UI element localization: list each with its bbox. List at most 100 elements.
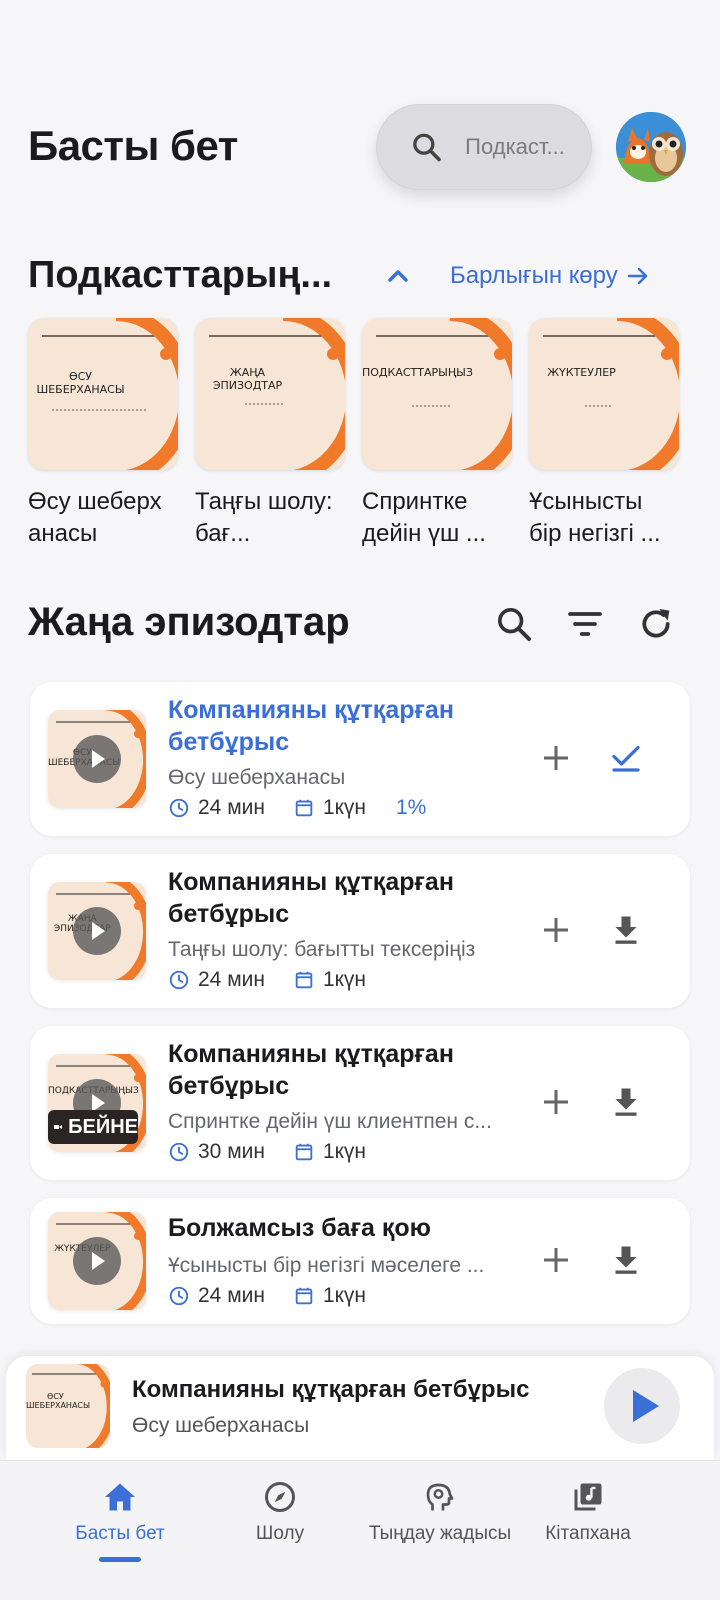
cover-graphic bbox=[209, 318, 345, 470]
video-badge-label: БЕЙНЕ bbox=[68, 1115, 138, 1138]
compass-icon bbox=[265, 1482, 295, 1512]
check-icon[interactable] bbox=[608, 740, 644, 776]
see-all-label: Барлығын көру bbox=[450, 262, 618, 289]
duration-text: 24 мин bbox=[198, 968, 265, 991]
active-tab-indicator bbox=[99, 1557, 141, 1562]
nav-label: Басты бет bbox=[75, 1523, 165, 1544]
video-badge: БЕЙНЕ bbox=[48, 1110, 138, 1144]
podcast-artwork: ПОДКАСТТАРЫҢЫЗ bbox=[362, 318, 512, 470]
episode-podcast: Спринтке дейін үш клиентпен с... bbox=[168, 1110, 492, 1133]
episode-podcast: Таңғы шолу: бағытты тексеріңіз bbox=[168, 938, 476, 961]
calendar-icon bbox=[295, 799, 313, 817]
calendar-icon bbox=[295, 1287, 313, 1305]
section-title: Подкасттарың... bbox=[28, 254, 333, 296]
episode-card[interactable]: ЖАҢА ЭПИЗОДТАР Компанияны құтқарған бетб… bbox=[30, 854, 690, 1008]
podcast-name: Спринтке дейін үш ... bbox=[362, 488, 486, 547]
mini-player-title: Компанияны құтқарған бетбұрыс bbox=[132, 1376, 530, 1403]
play-icon[interactable] bbox=[73, 1237, 121, 1285]
play-icon[interactable] bbox=[73, 735, 121, 783]
refresh-icon[interactable] bbox=[636, 604, 676, 644]
podcast-card[interactable]: ЖАҢА ЭПИЗОДТАР Таңғы шолу: бағ... bbox=[195, 318, 345, 550]
clock-icon bbox=[169, 970, 189, 990]
podcast-card[interactable]: ӨСУ ШЕБЕРХАНАСЫ Өсу шеберх анасы bbox=[28, 318, 178, 550]
episode-artwork[interactable]: ЖАҢА ЭПИЗОДТАР bbox=[48, 882, 146, 980]
cover-title: ӨСУ ШЕБЕРХАНАСЫ bbox=[26, 1392, 91, 1410]
search-placeholder: Подкаст... bbox=[465, 134, 565, 159]
calendar-icon bbox=[295, 971, 313, 989]
episode-podcast: Ұсынысты бір негізгі мәселеге ... bbox=[168, 1254, 485, 1277]
add-icon[interactable] bbox=[538, 912, 574, 948]
search-icon[interactable] bbox=[494, 604, 534, 644]
app-header: Басты бет Подкаст... bbox=[0, 100, 720, 196]
episode-artwork[interactable]: ЖҮКТЕУЛЕР bbox=[48, 1212, 146, 1310]
subscriptions-carousel[interactable]: ӨСУ ШЕБЕРХАНАСЫ Өсу шеберх анасы ЖАҢА ЭП… bbox=[28, 318, 720, 548]
publish-date: 1күн bbox=[293, 1284, 366, 1308]
avatar[interactable] bbox=[616, 112, 686, 182]
nav-label: Кітапхана bbox=[545, 1523, 631, 1544]
chevron-up-icon[interactable] bbox=[382, 260, 414, 292]
date-text: 1күн bbox=[322, 796, 366, 819]
podcast-card[interactable]: ЖҮКТЕУЛЕР Ұсынысты бір негізгі ... bbox=[529, 318, 679, 550]
cover-title: ПОДКАСТТАРЫҢЫЗ bbox=[362, 366, 473, 379]
nav-item-home[interactable]: Басты бет bbox=[30, 1479, 210, 1545]
episode-meta: 24 мин 1күн 1% bbox=[168, 796, 426, 820]
date-text: 1күн bbox=[322, 1284, 366, 1307]
episode-title: Болжамсыз баға қою bbox=[168, 1214, 431, 1242]
page-title: Басты бет bbox=[28, 122, 238, 169]
episode-card[interactable]: ЖҮКТЕУЛЕР Болжамсыз баға қою Ұсынысты бі… bbox=[30, 1198, 690, 1324]
filter-icon[interactable] bbox=[565, 604, 605, 644]
publish-date: 1күн bbox=[293, 968, 366, 992]
podcast-artwork: ЖАҢА ЭПИЗОДТАР bbox=[195, 318, 345, 470]
cover-title: ЖҮКТЕУЛЕР bbox=[547, 366, 616, 379]
date-text: 1күн bbox=[322, 968, 366, 991]
video-icon bbox=[54, 1124, 63, 1130]
download-icon[interactable] bbox=[608, 1084, 644, 1120]
duration-text: 30 мин bbox=[198, 1140, 265, 1163]
add-icon[interactable] bbox=[538, 1242, 574, 1278]
play-button[interactable] bbox=[604, 1368, 680, 1444]
podcast-name: Өсу шеберх анасы bbox=[28, 488, 162, 547]
episode-title: Компанияны құтқарған бетбұрыс bbox=[168, 696, 454, 756]
episode-title: Компанияны құтқарған бетбұрыс bbox=[168, 868, 454, 928]
cover-title: ӨСУ ШЕБЕРХАНАСЫ bbox=[36, 370, 125, 396]
episode-card[interactable]: ӨСУ ШЕБЕРХАНАСЫ Компанияны құтқарған бет… bbox=[30, 682, 690, 836]
podcast-artwork: ЖҮКТЕУЛЕР bbox=[529, 318, 679, 470]
play-icon[interactable] bbox=[73, 907, 121, 955]
see-all-link[interactable]: Барлығын көру bbox=[450, 262, 650, 290]
progress-text: 1% bbox=[395, 796, 427, 819]
nav-item-explore[interactable]: Шолу bbox=[190, 1479, 370, 1545]
publish-date: 1күн bbox=[293, 796, 366, 820]
podcast-card[interactable]: ПОДКАСТТАРЫҢЫЗ Спринтке дейін үш ... bbox=[362, 318, 512, 550]
search-bar[interactable]: Подкаст... bbox=[376, 104, 592, 190]
duration: 24 мин bbox=[168, 796, 265, 820]
mini-player[interactable]: ӨСУ ШЕБЕРХАНАСЫ Компанияны құтқарған бет… bbox=[6, 1356, 714, 1460]
date-text: 1күн bbox=[322, 1140, 366, 1163]
duration-text: 24 мин bbox=[198, 796, 265, 819]
clock-icon bbox=[169, 1142, 189, 1162]
arrow-right-icon bbox=[627, 267, 647, 285]
episode-meta: 30 мин 1күн bbox=[168, 1140, 394, 1164]
add-icon[interactable] bbox=[538, 740, 574, 776]
calendar-icon bbox=[295, 1143, 313, 1161]
section-title: Жаңа эпизодтар bbox=[28, 600, 350, 644]
add-icon[interactable] bbox=[538, 1084, 574, 1120]
download-icon[interactable] bbox=[608, 912, 644, 948]
nav-item-library[interactable]: Кітапхана bbox=[498, 1479, 678, 1545]
download-icon[interactable] bbox=[608, 1242, 644, 1278]
episode-title: Компанияны құтқарған бетбұрыс bbox=[168, 1040, 454, 1100]
podcast-name: Таңғы шолу: бағ... bbox=[195, 488, 333, 547]
cover-graphic bbox=[543, 318, 679, 470]
episode-meta: 24 мин 1күн bbox=[168, 1284, 394, 1308]
publish-date: 1күн bbox=[293, 1140, 366, 1164]
episodes-header: Жаңа эпизодтар bbox=[0, 596, 720, 652]
episode-artwork[interactable]: ӨСУ ШЕБЕРХАНАСЫ bbox=[48, 710, 146, 808]
nav-label: Тыңдау жадысы bbox=[368, 1523, 512, 1544]
clock-icon bbox=[169, 798, 189, 818]
mini-player-podcast: Өсу шеберханасы bbox=[132, 1414, 310, 1437]
library-icon bbox=[574, 1483, 602, 1511]
duration-text: 24 мин bbox=[198, 1284, 265, 1307]
duration: 24 мин bbox=[168, 1284, 265, 1308]
cover-title: ЖАҢА ЭПИЗОДТАР bbox=[212, 366, 283, 392]
nav-label: Шолу bbox=[255, 1523, 305, 1544]
episode-card[interactable]: ПОДКАСТТАРЫҢЫЗ Компанияны құтқарған бетб… bbox=[30, 1026, 690, 1180]
